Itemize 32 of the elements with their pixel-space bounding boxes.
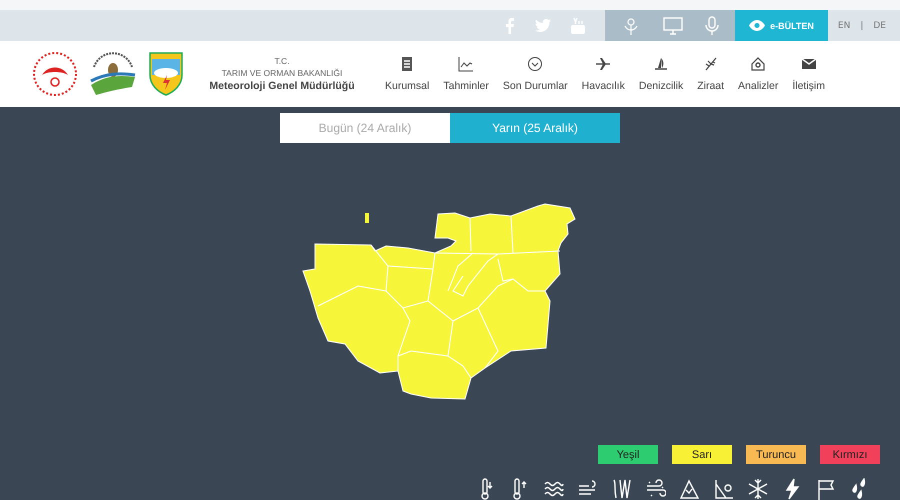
council-logo-icon[interactable] (88, 51, 138, 97)
chart-icon (458, 56, 474, 72)
nav-item[interactable]: Ziraat (690, 56, 732, 92)
separator: | (860, 20, 864, 30)
snowflake-icon[interactable] (748, 478, 768, 500)
org-line: T.C. (273, 55, 291, 67)
nav-item[interactable]: Son Durumlar (496, 56, 575, 92)
alert-level-legend: Yeşil (598, 445, 658, 464)
mountain-icon[interactable] (680, 478, 700, 500)
envelope-icon (800, 56, 817, 72)
windsock-icon[interactable] (816, 478, 836, 500)
shield-logo-icon[interactable] (148, 51, 184, 97)
nav-item[interactable]: Kurumsal (378, 56, 436, 92)
airplane-icon (595, 56, 612, 72)
language-link[interactable]: EN (838, 20, 850, 30)
language-link[interactable]: DE (873, 20, 886, 30)
nav-item[interactable]: Denizcilik (632, 56, 690, 92)
alert-level-legend: Kırmızı (820, 445, 880, 464)
ministry-emblem-icon[interactable] (32, 51, 78, 97)
nav-item[interactable]: Tahminler (436, 56, 496, 92)
check-circle-icon (527, 56, 544, 72)
nav-item[interactable]: Analizler (731, 56, 786, 92)
directorate-name: Meteoroloji Genel Müdürlüğü (208, 79, 356, 93)
heat-wave-icon[interactable] (612, 478, 632, 500)
ministry-name: TARIM VE ORMAN BAKANLIĞI (220, 67, 344, 79)
landslide-icon[interactable] (714, 478, 734, 500)
eye-icon (749, 20, 766, 31)
alert-level-legend: Turuncu (746, 445, 806, 464)
alert-level-legend: Sarı (672, 445, 732, 464)
nav-item[interactable]: İletişim (785, 56, 832, 92)
nav-item[interactable]: Havacılık (574, 56, 632, 92)
sailboat-icon (653, 56, 670, 72)
